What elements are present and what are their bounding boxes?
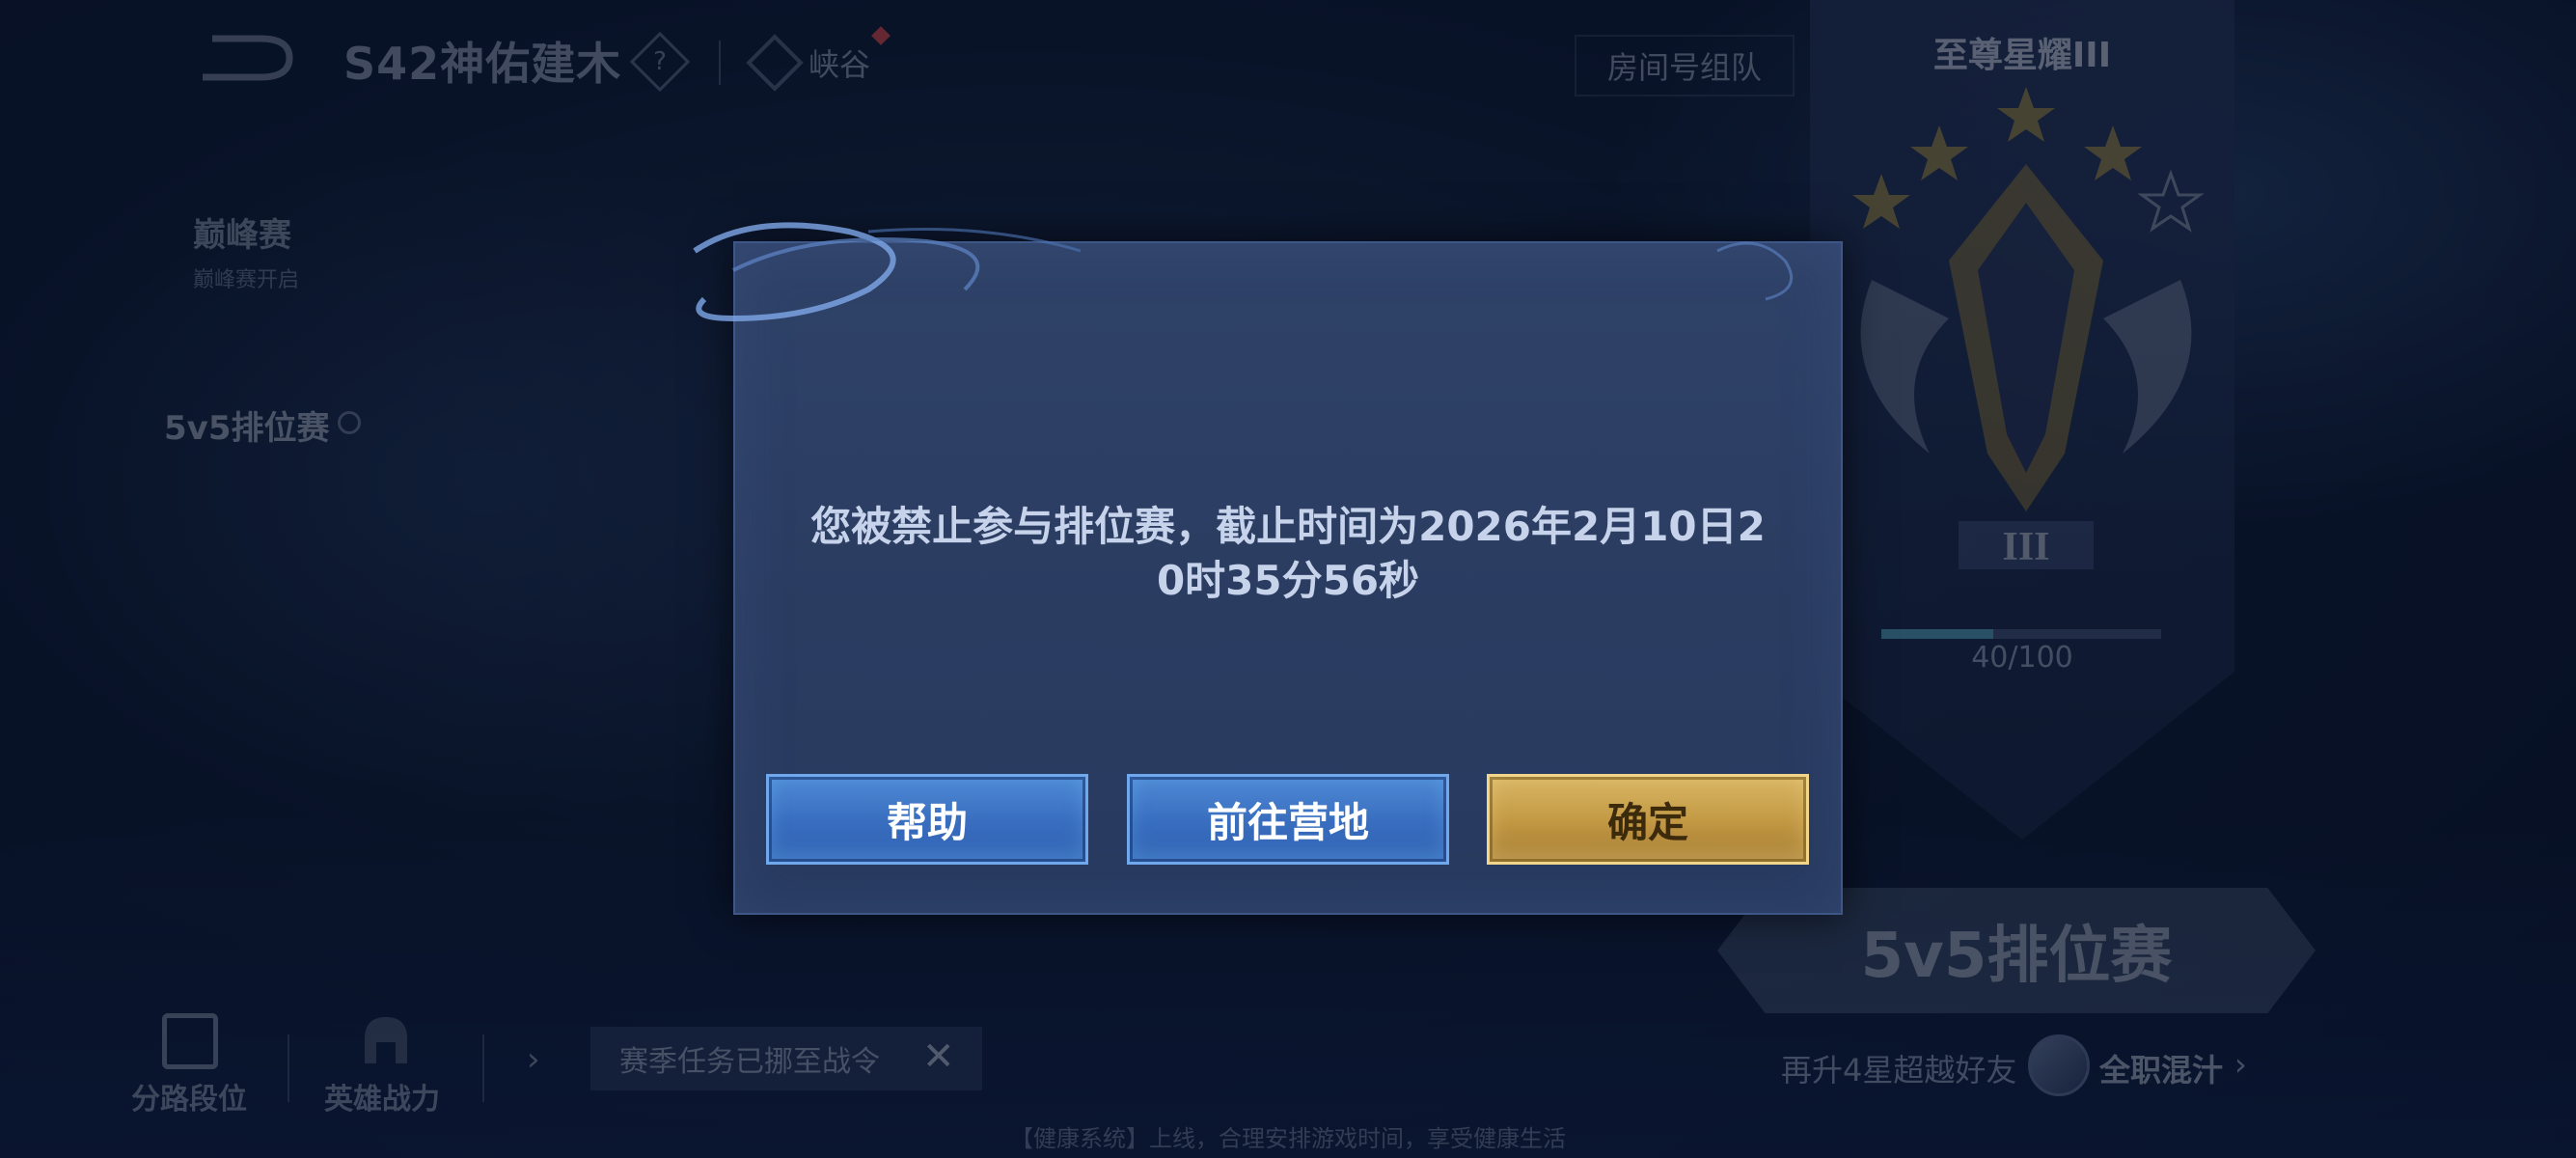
help-button[interactable]: 帮助 xyxy=(766,774,1088,865)
ban-message-line2: 0时35分56秒 xyxy=(1156,557,1420,604)
go-to-camp-button[interactable]: 前往营地 xyxy=(1127,774,1449,865)
ban-message: 您被禁止参与排位赛，截止时间为2026年2月10日2 0时35分56秒 xyxy=(772,500,1804,608)
confirm-button[interactable]: 确定 xyxy=(1487,774,1809,865)
ban-message-line1: 您被禁止参与排位赛，截止时间为2026年2月10日2 xyxy=(810,503,1766,550)
